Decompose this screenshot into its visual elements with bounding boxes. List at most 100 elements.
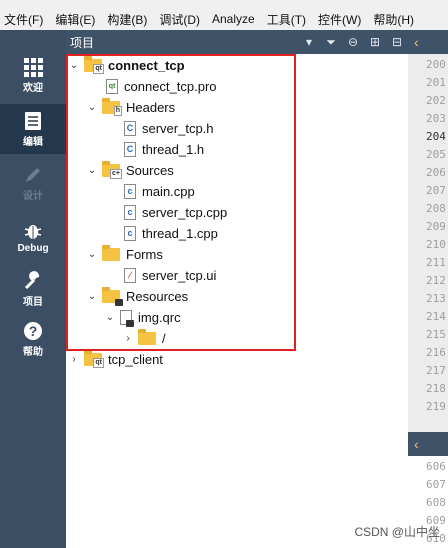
menu-debug[interactable]: 调试(D)	[153, 11, 206, 28]
mode-label: 帮助	[23, 346, 43, 358]
menu-edit[interactable]: 编辑(E)	[49, 11, 101, 28]
header-file-icon: C	[124, 142, 136, 157]
menu-analyze[interactable]: Analyze	[206, 12, 261, 26]
expand-arrow-icon[interactable]: ⌄	[68, 60, 80, 71]
mode-design[interactable]: 设计	[0, 158, 66, 208]
line-number: 212	[426, 274, 446, 287]
mode-bar: 欢迎 编辑 设计 Debug 项目 ? 帮助	[0, 30, 66, 548]
menu-build[interactable]: 构建(B)	[101, 11, 153, 28]
project-name: tcp_client	[108, 352, 163, 367]
tree-file-pro[interactable]: qt connect_tcp.pro	[106, 76, 217, 97]
tree-file-thread-1-h[interactable]: C thread_1.h	[124, 139, 204, 160]
file-name: server_tcp.h	[142, 121, 214, 136]
file-name: connect_tcp.pro	[124, 79, 217, 94]
forms-folder-icon	[102, 245, 120, 261]
line-number: 215	[426, 328, 446, 341]
tree-folder-forms[interactable]: ⌄ Forms	[86, 244, 163, 265]
tree-file-server-tcp-h[interactable]: C server_tcp.h	[124, 118, 214, 139]
project-folder-icon: qt	[84, 56, 104, 74]
tree-file-server-tcp-ui[interactable]: ∕ server_tcp.ui	[124, 265, 216, 286]
menu-controls[interactable]: 控件(W)	[312, 11, 367, 28]
tree-file-thread-1-cpp[interactable]: c thread_1.cpp	[124, 223, 218, 244]
mode-label: 设计	[23, 190, 43, 202]
expand-arrow-icon[interactable]: ⌄	[86, 249, 98, 260]
line-number: 203	[426, 112, 446, 125]
grid-icon	[24, 57, 43, 77]
close-pane-icon[interactable]: ⊟	[386, 30, 408, 54]
pencil-icon	[26, 167, 40, 182]
menu-help[interactable]: 帮助(H)	[367, 11, 420, 28]
qrc-file-icon	[120, 310, 134, 327]
nav-back-icon[interactable]: ‹	[408, 432, 448, 456]
line-number: 206	[426, 166, 446, 179]
project-pane: 项目 ▾ ⏷ ⊖ ⊞ ⊟ ⌄ qt connect_tcp qt connect…	[66, 30, 408, 548]
ui-file-icon: ∕	[124, 268, 136, 283]
mode-label: 项目	[23, 296, 43, 308]
menu-tools[interactable]: 工具(T)	[261, 11, 312, 28]
tree-project-tcp-client[interactable]: › qt tcp_client	[68, 349, 163, 370]
mode-projects[interactable]: 项目	[0, 264, 66, 314]
tree-project-connect-tcp[interactable]: ⌄ qt connect_tcp	[68, 55, 185, 76]
prefix-name: /	[162, 331, 166, 346]
mode-label: Debug	[17, 242, 49, 254]
file-name: server_tcp.ui	[142, 268, 217, 283]
menu-file[interactable]: 文件(F)	[0, 11, 49, 28]
pro-file-icon: qt	[106, 79, 118, 94]
collapse-arrow-icon[interactable]: ›	[68, 354, 80, 365]
expand-arrow-icon[interactable]: ⌄	[104, 312, 116, 323]
mode-help[interactable]: ? 帮助	[0, 314, 66, 364]
file-name: main.cpp	[142, 184, 195, 199]
line-number: 200	[426, 58, 446, 71]
tree-folder-sources[interactable]: ⌄ c+ Sources	[86, 160, 174, 181]
line-number: 208	[426, 202, 446, 215]
chevron-down-icon[interactable]: ▾	[298, 30, 320, 54]
mode-label: 编辑	[23, 136, 43, 148]
pane-title[interactable]: 项目	[66, 34, 298, 51]
bug-icon	[24, 224, 42, 239]
line-number: 213	[426, 292, 446, 305]
line-number: 218	[426, 382, 446, 395]
line-number: 607	[426, 478, 446, 491]
mode-edit[interactable]: 编辑	[0, 104, 66, 154]
line-number: 204	[426, 130, 446, 143]
expand-arrow-icon[interactable]: ⌄	[86, 165, 98, 176]
line-number: 210	[426, 238, 446, 251]
menu-bar: 文件(F) 编辑(E) 构建(B) 调试(D) Analyze 工具(T) 控件…	[0, 8, 448, 30]
source-file-icon: c	[124, 184, 136, 199]
folder-name: Resources	[126, 289, 189, 304]
line-number: 209	[426, 220, 446, 233]
line-number: 217	[426, 364, 446, 377]
filter-icon[interactable]: ⏷	[320, 30, 342, 54]
help-icon: ?	[24, 321, 42, 340]
tree-file-main-cpp[interactable]: c main.cpp	[124, 181, 195, 202]
project-name: connect_tcp	[108, 58, 185, 73]
file-name: thread_1.cpp	[142, 226, 218, 241]
expand-arrow-icon[interactable]: ⌄	[86, 102, 98, 113]
folder-name: Sources	[126, 163, 174, 178]
line-number: 205	[426, 148, 446, 161]
tree-folder-headers[interactable]: ⌄ h Headers	[86, 97, 175, 118]
split-icon[interactable]: ⊞	[364, 30, 386, 54]
mode-welcome[interactable]: 欢迎	[0, 50, 66, 100]
mode-debug[interactable]: Debug	[0, 212, 66, 262]
nav-back-icon[interactable]: ‹	[408, 30, 448, 54]
line-number: 606	[426, 460, 446, 473]
line-number: 201	[426, 76, 446, 89]
svg-text:?: ?	[29, 323, 38, 339]
pane-header: 项目 ▾ ⏷ ⊖ ⊞ ⊟	[66, 30, 408, 54]
source-file-icon: c	[124, 205, 136, 220]
link-icon[interactable]: ⊖	[342, 30, 364, 54]
expand-arrow-icon[interactable]: ⌄	[86, 291, 98, 302]
expand-arrow-icon[interactable]: ›	[122, 333, 134, 344]
mode-label: 欢迎	[23, 82, 43, 94]
wrench-icon	[24, 270, 40, 289]
tree-resource-prefix[interactable]: › /	[122, 328, 166, 349]
source-file-icon: c	[124, 226, 136, 241]
tree-file-server-tcp-cpp[interactable]: c server_tcp.cpp	[124, 202, 227, 223]
line-number: 216	[426, 346, 446, 359]
line-number: 219	[426, 400, 446, 413]
tree-folder-resources[interactable]: ⌄ Resources	[86, 286, 188, 307]
csdn-watermark: CSDN @山中坐	[354, 525, 440, 539]
tree-file-img-qrc[interactable]: ⌄ img.qrc	[104, 307, 181, 328]
line-number: 207	[426, 184, 446, 197]
